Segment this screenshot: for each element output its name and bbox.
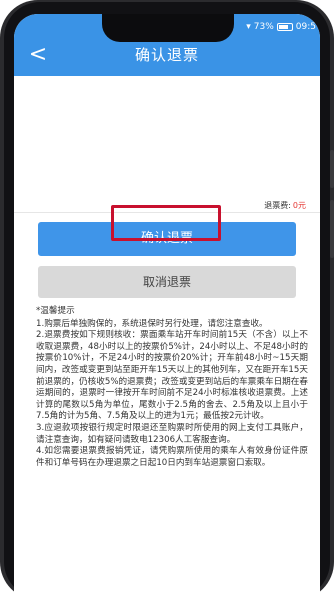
volume-button [330, 150, 334, 188]
tip-item: 3.应退款项按银行规定时限退还至购票时所使用的网上支付工具账户，请注意查询，如有… [36, 422, 308, 445]
signal-icon: ▾ [246, 22, 251, 32]
tip-item: 4.如您需要退票费报销凭证，请凭购票所使用的乘车人有效身份证件原件和订单号码在办… [36, 446, 308, 468]
back-button[interactable]: < [26, 42, 50, 68]
app-screen: ▾ 73% 09:5 < 确认退票 退票费: 0元 确认退票 取消退票 *温馨提… [14, 14, 320, 600]
tip-item: 1.购票后单独购保的，系统退保时另行处理，请您注意查收。 [36, 318, 268, 329]
divider [14, 212, 320, 213]
tip-item: 2.退票费按如下规则核收：票面乘车站开车时间前15天（不含）以上不收取退票费，4… [36, 330, 308, 422]
battery-percent: 73% [253, 22, 274, 32]
phone-frame: ▾ 73% 09:5 < 确认退票 退票费: 0元 确认退票 取消退票 *温馨提… [0, 0, 334, 600]
clock: 09:5 [295, 22, 316, 32]
chevron-left-icon: < [28, 42, 48, 67]
ticket-info-area [14, 76, 320, 200]
camera-notch [102, 14, 234, 42]
refund-fee-line: 退票费: 0元 [264, 200, 306, 211]
page-title: 确认退票 [134, 46, 199, 64]
refund-fee-value: 0元 [292, 201, 306, 210]
warm-tips: *温馨提示 1.购票后单独购保的，系统退保时另行处理，请您注意查收。 2.退票费… [36, 306, 308, 469]
power-button [330, 200, 334, 258]
confirm-refund-button[interactable]: 确认退票 [38, 222, 296, 256]
refund-fee-label: 退票费: [264, 201, 291, 210]
tips-title: *温馨提示 [36, 306, 75, 316]
status-bar: ▾ 73% 09:5 [246, 20, 316, 34]
battery-icon [276, 23, 293, 31]
cancel-refund-button[interactable]: 取消退票 [38, 266, 296, 298]
